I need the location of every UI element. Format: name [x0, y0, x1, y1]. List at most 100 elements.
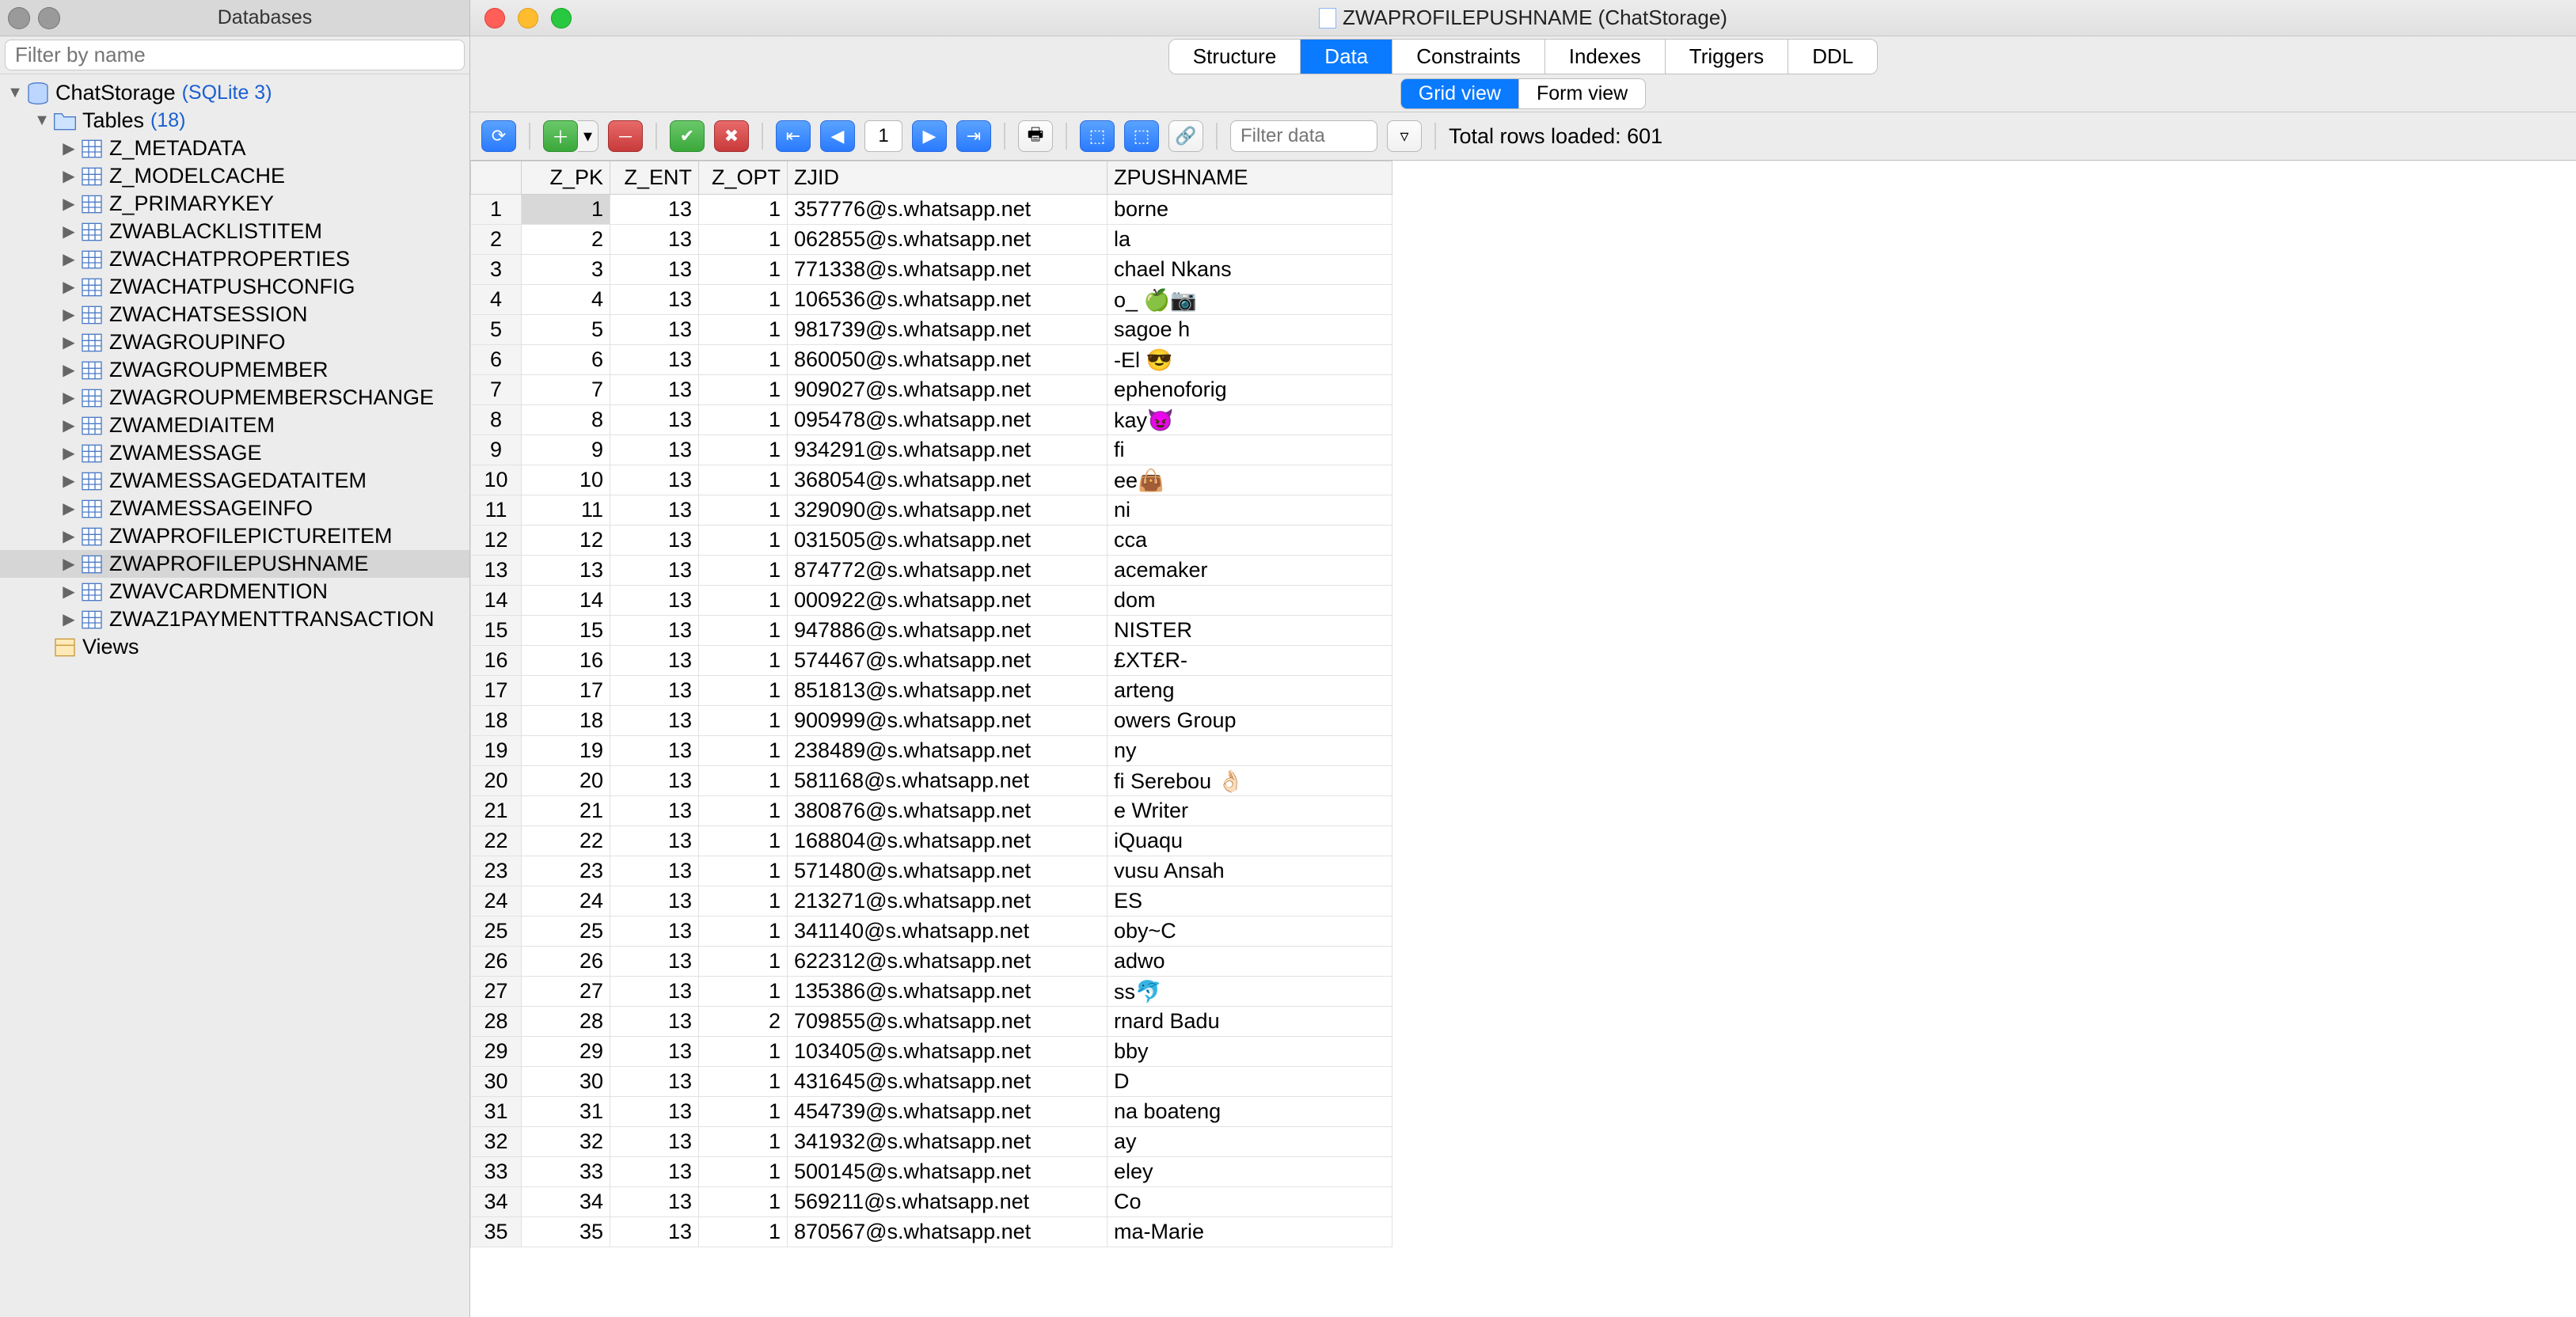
table-row[interactable]: 3434131569211@s.whatsapp.netCo — [471, 1187, 1392, 1217]
table-node-zwagroupmemberschange[interactable]: ZWAGROUPMEMBERSCHANGE — [0, 384, 469, 412]
cell[interactable]: 1 — [699, 345, 788, 375]
col-header[interactable]: ZJID — [788, 161, 1108, 195]
cell[interactable]: na boateng — [1108, 1097, 1392, 1127]
cell[interactable]: 13 — [610, 886, 699, 917]
cell[interactable]: dom — [1108, 586, 1392, 616]
disclosure-icon[interactable] — [59, 139, 79, 158]
cell[interactable]: 1 — [699, 255, 788, 285]
cell[interactable]: 7 — [522, 375, 610, 405]
table-row[interactable]: 2626131622312@s.whatsapp.netadwo — [471, 947, 1392, 977]
disclosure-icon[interactable] — [5, 84, 25, 102]
cell[interactable]: 30 — [522, 1067, 610, 1097]
cell[interactable]: ee👜 — [1108, 465, 1392, 495]
cell[interactable]: 16 — [471, 646, 522, 676]
table-row[interactable]: 2424131213271@s.whatsapp.netES — [471, 886, 1392, 917]
cell[interactable]: 12 — [471, 526, 522, 556]
col-header[interactable] — [471, 161, 522, 195]
data-grid[interactable]: Z_PKZ_ENTZ_OPTZJIDZPUSHNAME11131357776@s… — [470, 161, 1392, 1247]
cell[interactable]: 30 — [471, 1067, 522, 1097]
tables-node[interactable]: Tables(18) — [0, 107, 469, 135]
cell[interactable]: 13 — [610, 405, 699, 435]
cell[interactable]: NISTER — [1108, 616, 1392, 646]
cell[interactable]: -El 😎 — [1108, 345, 1392, 375]
add-row-button[interactable]: ＋ — [543, 120, 578, 152]
cell[interactable]: 380876@s.whatsapp.net — [788, 796, 1108, 826]
table-node-z_metadata[interactable]: Z_METADATA — [0, 135, 469, 162]
cell[interactable]: 1 — [699, 917, 788, 947]
disclosure-icon[interactable] — [59, 554, 79, 574]
table-row[interactable]: 88131095478@s.whatsapp.netkay😈 — [471, 405, 1392, 435]
cell[interactable]: fi — [1108, 435, 1392, 465]
cell[interactable]: ma-Marie — [1108, 1217, 1392, 1247]
cell[interactable]: 24 — [471, 886, 522, 917]
cell[interactable]: 874772@s.whatsapp.net — [788, 556, 1108, 586]
col-header[interactable]: Z_OPT — [699, 161, 788, 195]
cell[interactable]: 35 — [471, 1217, 522, 1247]
cell[interactable]: cca — [1108, 526, 1392, 556]
window-close-icon[interactable] — [484, 8, 505, 28]
col-header[interactable]: Z_ENT — [610, 161, 699, 195]
cell[interactable]: 870567@s.whatsapp.net — [788, 1217, 1108, 1247]
cell[interactable]: 13 — [610, 435, 699, 465]
cell[interactable]: 1 — [699, 526, 788, 556]
cell[interactable]: D — [1108, 1067, 1392, 1097]
tab-indexes[interactable]: Indexes — [1545, 40, 1666, 74]
table-node-zwablacklistitem[interactable]: ZWABLACKLISTITEM — [0, 218, 469, 245]
cell[interactable]: 5 — [522, 315, 610, 345]
cell[interactable]: 031505@s.whatsapp.net — [788, 526, 1108, 556]
cell[interactable]: 1 — [471, 195, 522, 225]
cell[interactable]: 14 — [471, 586, 522, 616]
cell[interactable]: 29 — [522, 1037, 610, 1067]
disclosure-icon[interactable] — [59, 388, 79, 408]
cell[interactable]: oby~C — [1108, 917, 1392, 947]
table-node-zwachatproperties[interactable]: ZWACHATPROPERTIES — [0, 245, 469, 273]
cell[interactable]: 23 — [471, 856, 522, 886]
table-row[interactable]: 1212131031505@s.whatsapp.netcca — [471, 526, 1392, 556]
cell[interactable]: sagoe h — [1108, 315, 1392, 345]
cell[interactable]: 103405@s.whatsapp.net — [788, 1037, 1108, 1067]
cell[interactable]: 34 — [522, 1187, 610, 1217]
cell[interactable]: 13 — [610, 706, 699, 736]
cell[interactable]: 135386@s.whatsapp.net — [788, 977, 1108, 1007]
cell[interactable]: 2 — [522, 225, 610, 255]
cell[interactable]: 431645@s.whatsapp.net — [788, 1067, 1108, 1097]
views-node[interactable]: Views — [0, 633, 469, 661]
disclosure-icon[interactable] — [59, 305, 79, 325]
cell[interactable]: 13 — [471, 556, 522, 586]
filter-input[interactable] — [5, 40, 465, 70]
db-tree[interactable]: ChatStorage(SQLite 3)Tables(18)Z_METADAT… — [0, 74, 469, 1317]
table-node-zwaprofilepushname[interactable]: ZWAPROFILEPUSHNAME — [0, 550, 469, 578]
cell[interactable]: 13 — [610, 345, 699, 375]
cell[interactable]: 13 — [610, 676, 699, 706]
cell[interactable]: 13 — [610, 1187, 699, 1217]
cell[interactable]: 341932@s.whatsapp.net — [788, 1127, 1108, 1157]
cell[interactable]: 28 — [471, 1007, 522, 1037]
cell[interactable]: 3 — [522, 255, 610, 285]
cell[interactable]: 934291@s.whatsapp.net — [788, 435, 1108, 465]
table-node-zwaprofilepictureitem[interactable]: ZWAPROFILEPICTUREITEM — [0, 522, 469, 550]
cell[interactable]: 28 — [522, 1007, 610, 1037]
cell[interactable]: e Writer — [1108, 796, 1392, 826]
delete-row-button[interactable]: － — [608, 120, 643, 152]
cell[interactable]: 1 — [699, 195, 788, 225]
disclosure-icon[interactable] — [59, 360, 79, 380]
cell[interactable]: 13 — [610, 856, 699, 886]
last-page-button[interactable]: ⇥ — [956, 120, 991, 152]
cell[interactable]: ES — [1108, 886, 1392, 917]
cell[interactable]: bby — [1108, 1037, 1392, 1067]
db-node[interactable]: ChatStorage(SQLite 3) — [0, 79, 469, 107]
table-node-zwamessage[interactable]: ZWAMESSAGE — [0, 439, 469, 467]
cell[interactable]: 329090@s.whatsapp.net — [788, 495, 1108, 526]
cell[interactable]: 238489@s.whatsapp.net — [788, 736, 1108, 766]
cell[interactable]: 18 — [471, 706, 522, 736]
disclosure-icon[interactable] — [59, 582, 79, 602]
cell[interactable]: ny — [1108, 736, 1392, 766]
cell[interactable]: 8 — [471, 405, 522, 435]
cell[interactable]: 574467@s.whatsapp.net — [788, 646, 1108, 676]
first-page-button[interactable]: ⇤ — [776, 120, 811, 152]
cell[interactable]: 851813@s.whatsapp.net — [788, 676, 1108, 706]
cell[interactable]: 6 — [471, 345, 522, 375]
table-row[interactable]: 3333131500145@s.whatsapp.neteley — [471, 1157, 1392, 1187]
cell[interactable]: 168804@s.whatsapp.net — [788, 826, 1108, 856]
cell[interactable]: 13 — [610, 1037, 699, 1067]
